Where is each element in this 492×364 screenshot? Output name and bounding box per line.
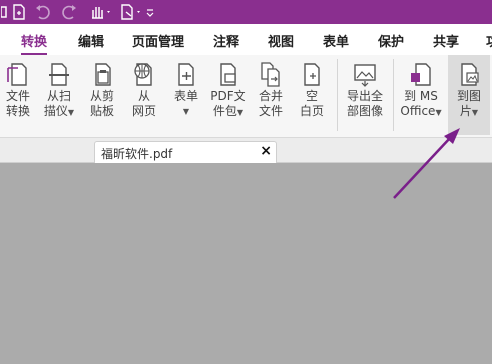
annotation-arrow-icon [393, 128, 460, 199]
